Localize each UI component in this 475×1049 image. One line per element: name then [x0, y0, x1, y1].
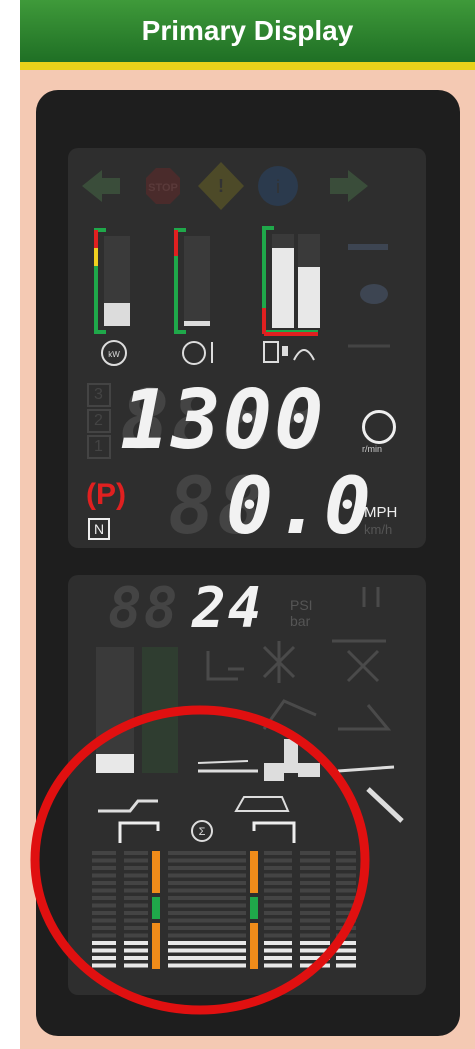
annotation-overlay	[30, 705, 370, 1015]
annotation-circle	[30, 705, 370, 1015]
